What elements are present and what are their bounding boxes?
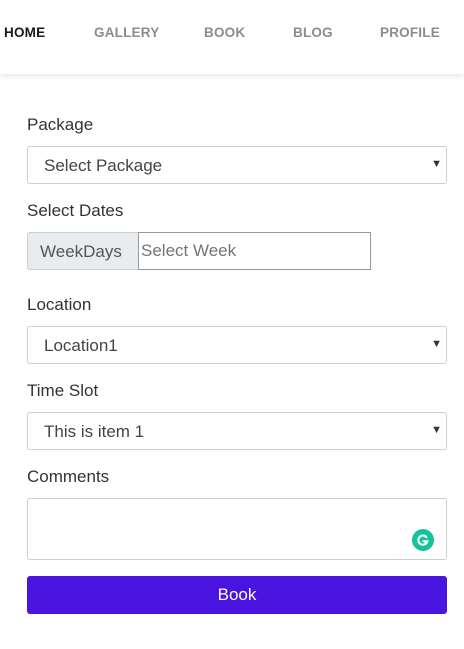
nav-book-link[interactable]: BOOK (204, 25, 245, 40)
select-dates-label: Select Dates (27, 201, 124, 220)
grammarly-icon[interactable] (412, 529, 434, 551)
time-slot-select[interactable]: This is item 1 ▼ (27, 412, 447, 450)
location-select-value: Location1 (44, 336, 118, 355)
time-slot-select-value: This is item 1 (44, 422, 145, 441)
nav-home-link[interactable]: HOME (4, 25, 45, 40)
weekdays-addon: WeekDays (27, 232, 139, 270)
dates-input-group: WeekDays (27, 232, 371, 270)
package-select-value: Select Package (44, 156, 163, 175)
comments-label: Comments (27, 467, 110, 486)
nav-profile-link[interactable]: PROFILE (380, 25, 440, 40)
caret-down-icon: ▼ (431, 424, 442, 436)
package-select[interactable]: Select Package ▼ (27, 146, 447, 184)
comments-textarea[interactable] (27, 498, 447, 560)
time-slot-label: Time Slot (27, 381, 99, 400)
package-label: Package (27, 115, 94, 134)
nav-blog-link[interactable]: BLOG (293, 25, 333, 40)
location-select[interactable]: Location1 ▼ (27, 326, 447, 364)
select-week-input[interactable] (138, 232, 371, 270)
caret-down-icon: ▼ (431, 158, 442, 170)
book-button[interactable]: Book (27, 576, 447, 614)
nav-gallery-link[interactable]: GALLERY (94, 25, 159, 40)
top-navbar: HOME GALLERY BOOK BLOG PROFILE (0, 0, 464, 74)
caret-down-icon: ▼ (431, 338, 442, 350)
location-label: Location (27, 295, 92, 314)
